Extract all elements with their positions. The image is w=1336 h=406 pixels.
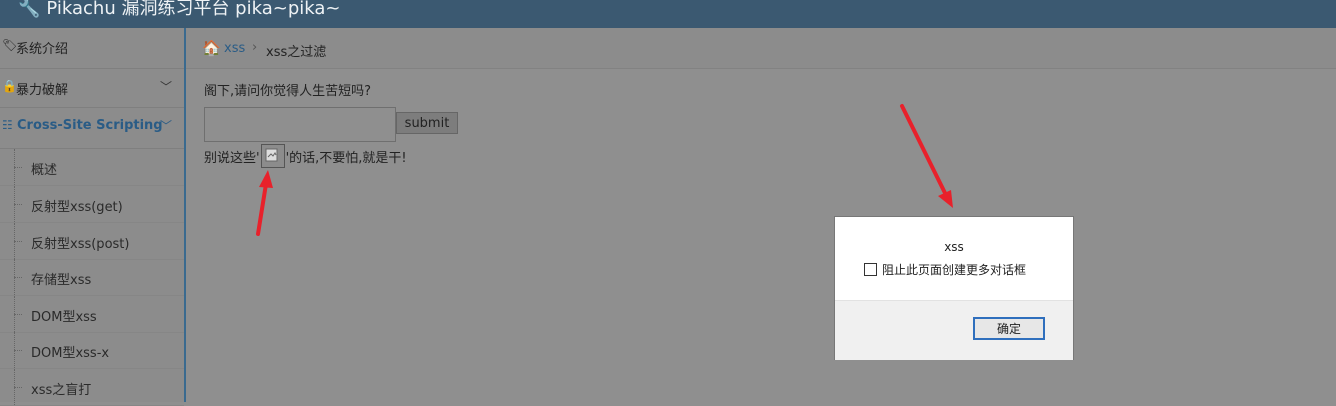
annotation-arrow-down	[900, 104, 953, 208]
annotation-arrows	[256, 104, 953, 236]
annotation-arrow-up	[256, 170, 273, 236]
